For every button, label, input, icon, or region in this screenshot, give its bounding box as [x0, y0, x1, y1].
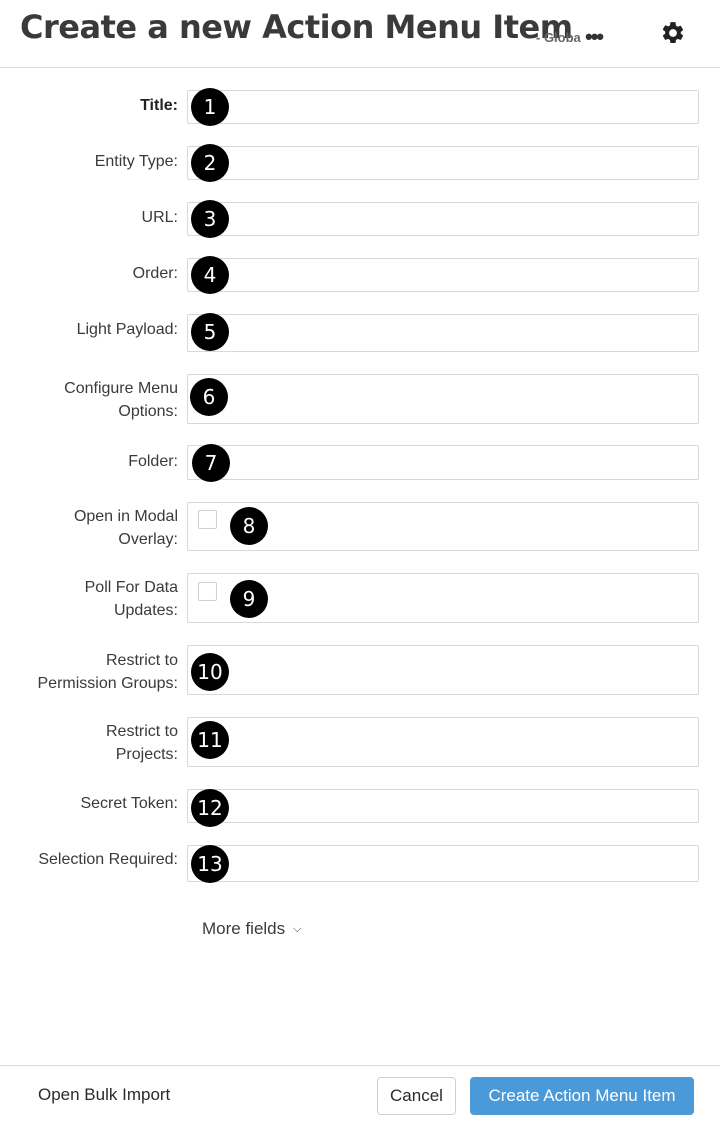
poll-for-data-updates-checkbox[interactable]: [198, 582, 217, 601]
open-bulk-import-link[interactable]: Open Bulk Import: [38, 1085, 170, 1105]
more-fields-label: More fields: [202, 919, 286, 938]
selection-required-label: Selection Required:: [38, 851, 178, 868]
restrict-projects-select[interactable]: [187, 717, 699, 767]
permission-groups-label: Restrict to: [105, 652, 178, 669]
step-badge: 2: [191, 144, 229, 182]
cancel-button[interactable]: Cancel: [377, 1077, 456, 1115]
open-in-modal-overlay-label: Open in Modal: [73, 508, 178, 525]
page-subtitle: - Globa: [536, 30, 581, 45]
entity-type-select[interactable]: [187, 146, 699, 180]
dialog-header: Create a new Action Menu Item - Globa ••…: [0, 0, 720, 68]
configure-menu-options-label: Options:: [118, 403, 178, 420]
light-payload-input[interactable]: [187, 314, 699, 352]
permission-groups-select[interactable]: [187, 645, 699, 695]
permission-groups-label: Permission Groups:: [37, 675, 179, 692]
step-badge: 10: [191, 653, 229, 691]
more-fields-toggle[interactable]: More fields ⌵: [202, 919, 301, 939]
step-badge: 13: [191, 845, 229, 883]
url-label: URL:: [141, 209, 178, 226]
dialog-footer: Open Bulk Import Cancel Create Action Me…: [0, 1065, 720, 1128]
poll-for-data-updates-label: Updates:: [113, 602, 178, 619]
entity-type-label: Entity Type:: [94, 153, 178, 170]
url-input[interactable]: [187, 202, 699, 236]
open-in-modal-overlay-checkbox[interactable]: [198, 510, 217, 529]
step-badge: 8: [230, 507, 268, 545]
step-badge: 5: [191, 313, 229, 351]
step-badge: 4: [191, 256, 229, 294]
more-icon[interactable]: •••: [585, 24, 604, 50]
secret-token-label: Secret Token:: [80, 795, 178, 812]
restrict-projects-label: Restrict to: [105, 723, 178, 740]
title-input[interactable]: [187, 90, 699, 124]
folder-label: Folder:: [128, 453, 178, 470]
selection-required-input[interactable]: [187, 845, 699, 882]
step-badge: 12: [191, 789, 229, 827]
configure-menu-options-label: Configure Menu: [64, 380, 178, 397]
restrict-projects-label: Projects:: [115, 746, 178, 763]
light-payload-label: Light Payload:: [76, 321, 178, 338]
secret-token-input[interactable]: [187, 789, 699, 823]
gear-icon[interactable]: [660, 20, 686, 46]
folder-select[interactable]: [187, 445, 699, 480]
configure-menu-options-input[interactable]: [187, 374, 699, 424]
title-label: Title:: [140, 97, 178, 114]
step-badge: 7: [192, 444, 230, 482]
poll-for-data-updates-label: Poll For Data: [84, 579, 178, 596]
step-badge: 6: [190, 378, 228, 416]
step-badge: 11: [191, 721, 229, 759]
chevron-down-icon: ⌵: [293, 923, 302, 935]
step-badge: 1: [191, 88, 229, 126]
step-badge: 3: [191, 200, 229, 238]
step-badge: 9: [230, 580, 268, 618]
open-in-modal-overlay-label: Overlay:: [118, 531, 178, 548]
order-input[interactable]: [187, 258, 699, 292]
create-action-menu-item-button[interactable]: Create Action Menu Item: [470, 1077, 694, 1115]
order-label: Order:: [132, 265, 178, 282]
page-title: Create a new Action Menu Item: [20, 8, 573, 46]
